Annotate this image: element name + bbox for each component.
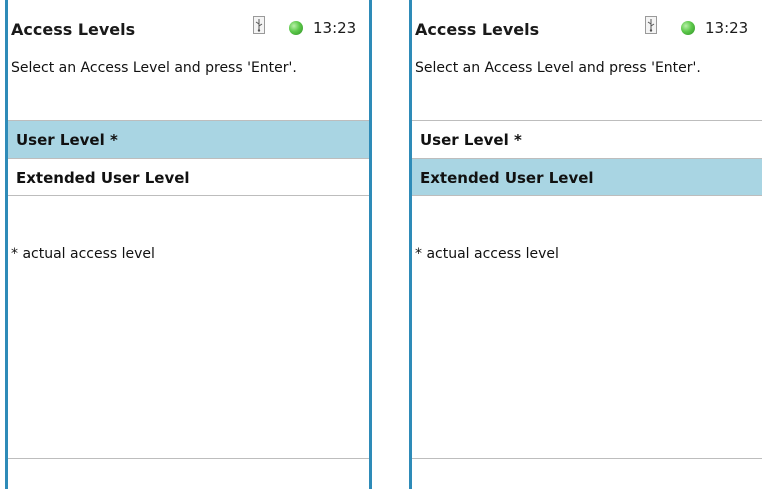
clock: 13:23 <box>313 19 357 37</box>
footnote: * actual access level <box>11 246 155 262</box>
title-bar: Access Levels 13:23 <box>412 0 762 52</box>
instruction-text: Select an Access Level and press 'Enter'… <box>415 60 701 76</box>
status-led-icon <box>681 21 695 35</box>
footnote: * actual access level <box>415 246 559 262</box>
menu-item-extended-user-level[interactable]: Extended User Level <box>8 158 369 196</box>
softkey-bar <box>8 458 369 489</box>
status-led-icon <box>289 21 303 35</box>
menu-item-extended-user-level[interactable]: Extended User Level <box>412 158 762 196</box>
usb-icon <box>645 16 657 34</box>
access-level-list: User Level * Extended User Level <box>412 120 762 196</box>
menu-item-user-level[interactable]: User Level * <box>8 120 369 158</box>
device-screen-right: Access Levels 13:23 Select an Access Lev… <box>409 0 762 489</box>
instruction-text: Select an Access Level and press 'Enter'… <box>11 60 297 76</box>
device-screen-left: Access Levels 13:23 Select an Access Lev… <box>5 0 372 489</box>
access-level-list: User Level * Extended User Level <box>8 120 369 196</box>
clock: 13:23 <box>705 19 749 37</box>
screen-title: Access Levels <box>415 20 540 39</box>
menu-item-user-level[interactable]: User Level * <box>412 120 762 158</box>
title-bar: Access Levels 13:23 <box>8 0 369 52</box>
usb-icon <box>253 16 265 34</box>
screen-title: Access Levels <box>11 20 136 39</box>
softkey-bar <box>412 458 762 489</box>
